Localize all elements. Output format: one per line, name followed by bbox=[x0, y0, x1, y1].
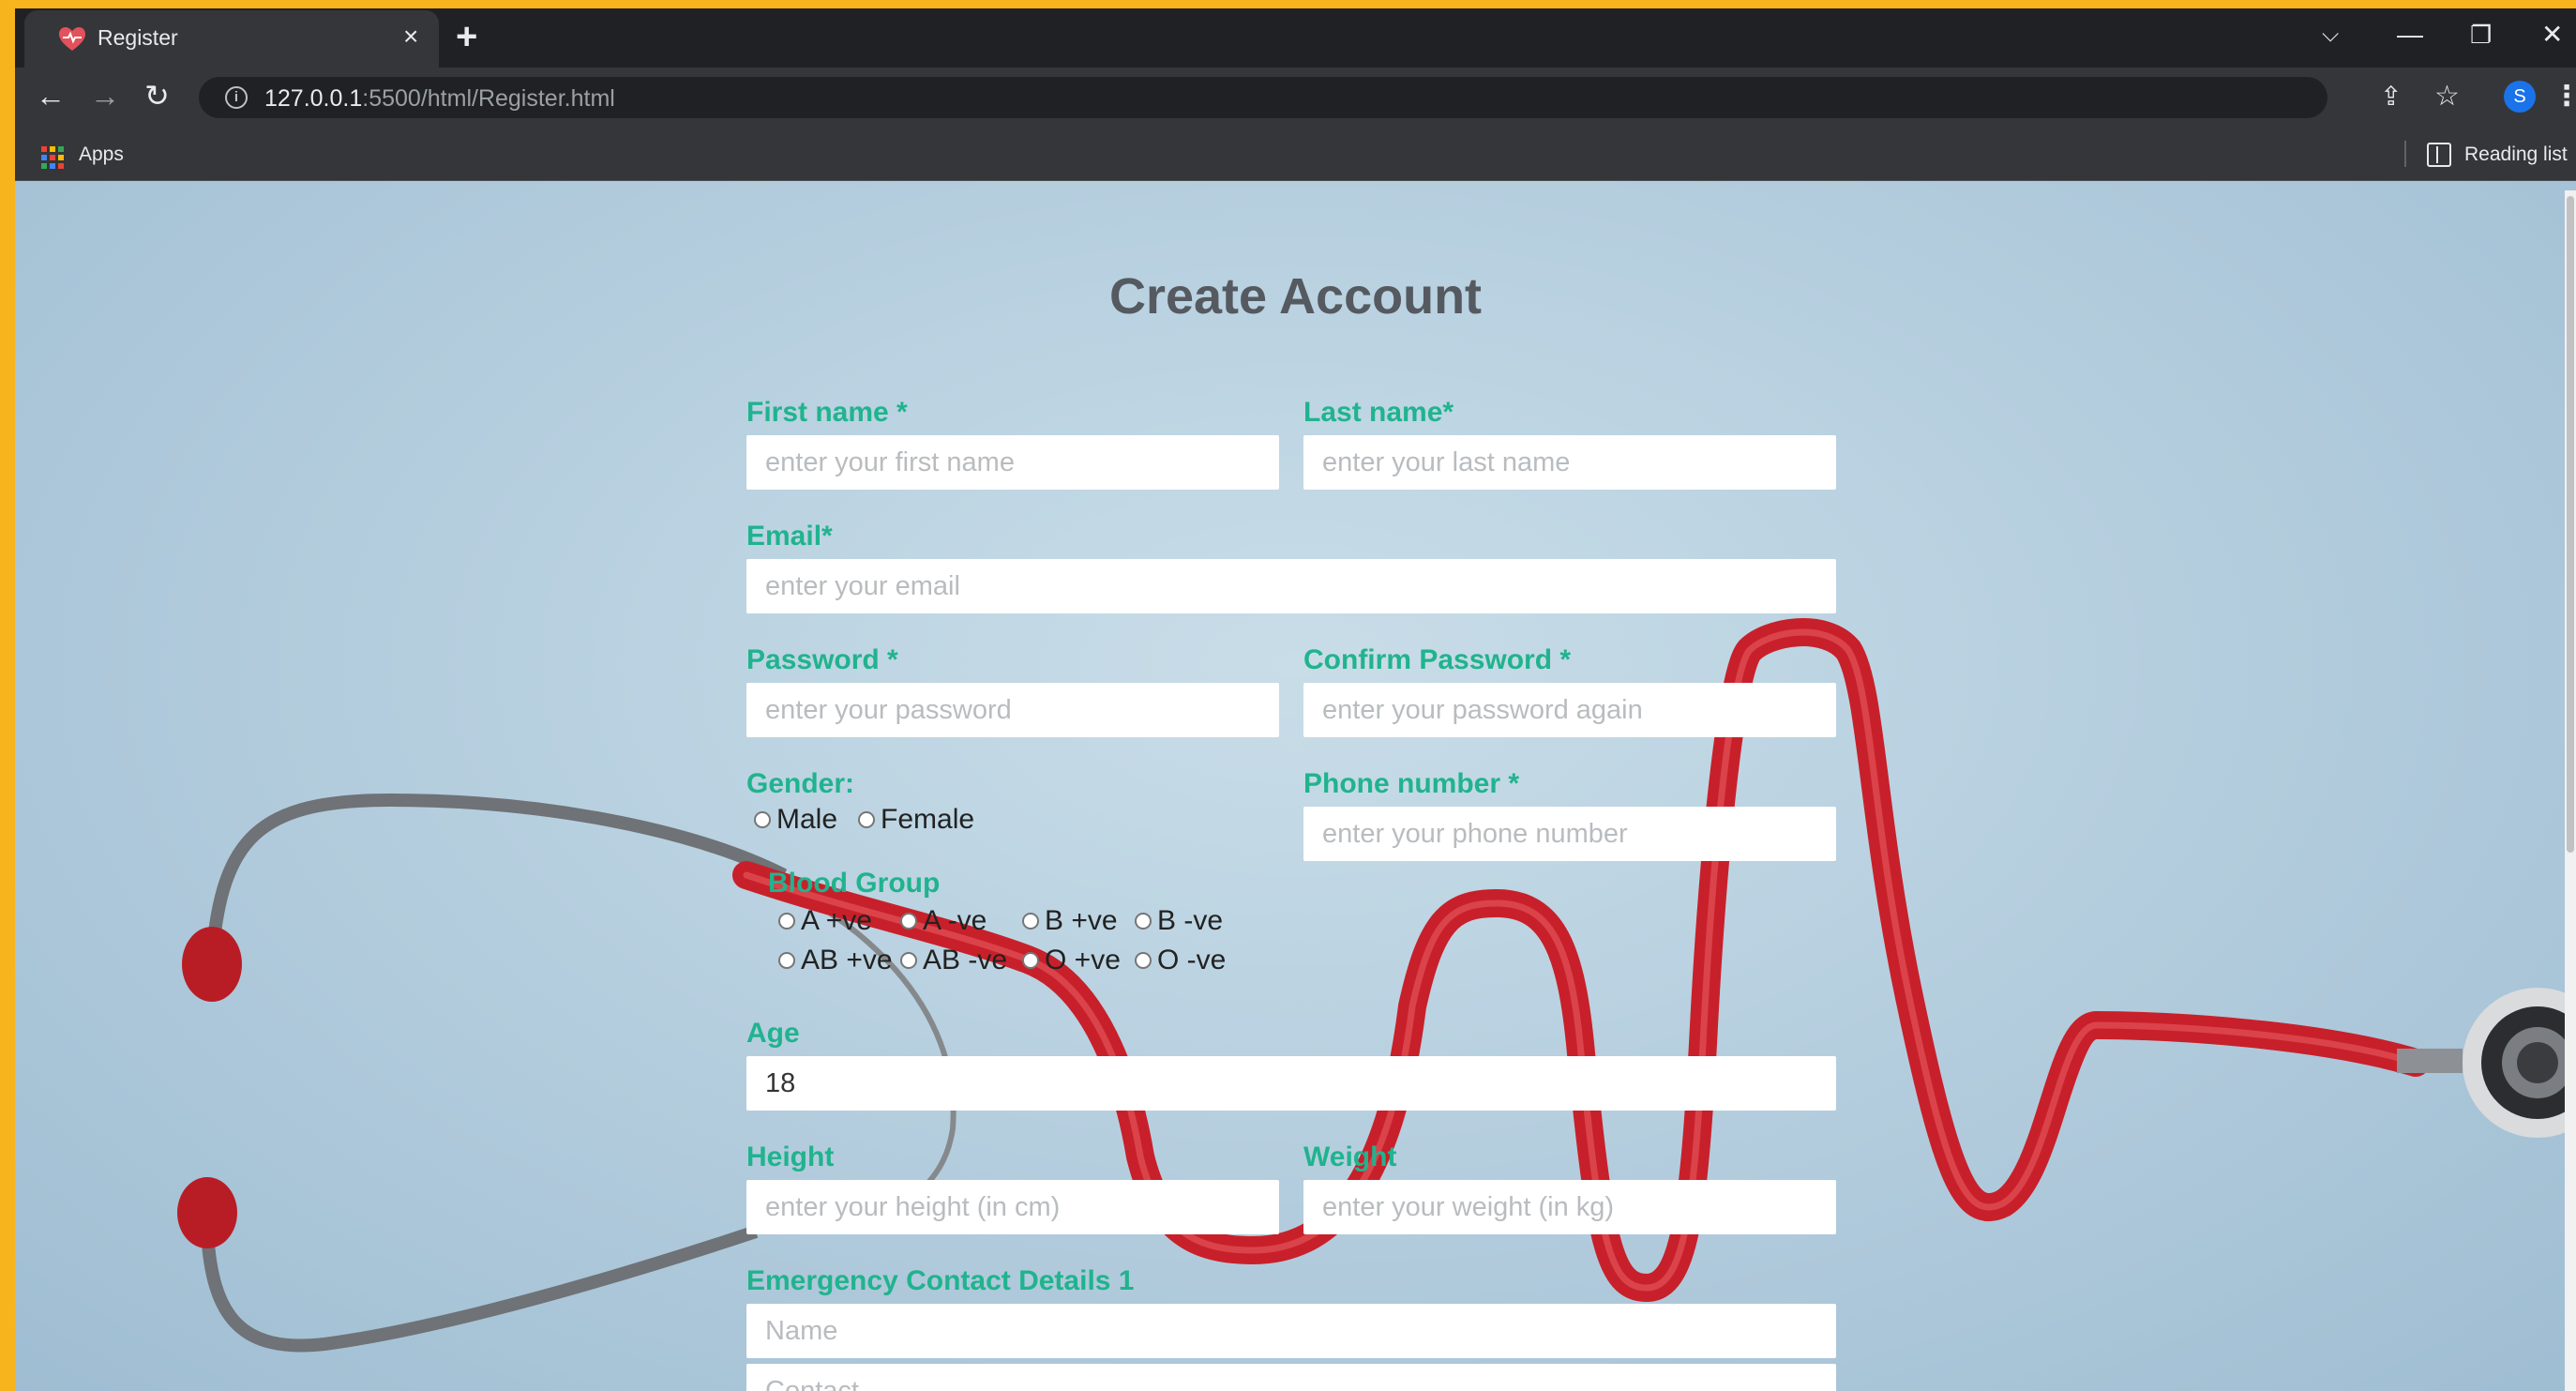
page-viewport: Create Account First name * Last name* E… bbox=[15, 181, 2576, 1391]
blood-option-ab-pos[interactable]: AB +ve bbox=[778, 945, 900, 976]
emergency-contact-input[interactable] bbox=[746, 1364, 1836, 1391]
blood-option-a-pos[interactable]: A +ve bbox=[778, 905, 900, 937]
last-name-label: Last name* bbox=[1303, 397, 1454, 428]
blood-group-label: Blood Group bbox=[768, 868, 941, 899]
blood-option-o-neg[interactable]: O -ve bbox=[1135, 945, 1226, 976]
reload-icon[interactable]: ↻ bbox=[144, 77, 170, 114]
gender-label: Gender: bbox=[746, 768, 855, 799]
first-name-input[interactable] bbox=[746, 435, 1279, 490]
back-icon[interactable]: ← bbox=[36, 77, 66, 114]
radio-circle[interactable] bbox=[754, 811, 771, 828]
first-name-label: First name * bbox=[746, 397, 908, 428]
height-input[interactable] bbox=[746, 1180, 1279, 1234]
email-input[interactable] bbox=[746, 559, 1836, 613]
stethoscope-background-image bbox=[177, 618, 2576, 1353]
confirm-password-input[interactable] bbox=[1303, 683, 1836, 737]
weight-label: Weight bbox=[1303, 1142, 1397, 1172]
blood-group-row-1: A +ve A -ve B +ve B -ve bbox=[778, 905, 1223, 937]
menu-kebab-icon[interactable]: ⋮ bbox=[2553, 79, 2576, 114]
emergency-name-input[interactable] bbox=[746, 1304, 1836, 1358]
blood-option-ab-neg[interactable]: AB -ve bbox=[900, 945, 1022, 976]
radio-circle[interactable] bbox=[858, 811, 876, 828]
page-scrollbar[interactable] bbox=[2565, 190, 2576, 1391]
reading-list-icon[interactable] bbox=[2427, 143, 2451, 167]
password-input[interactable] bbox=[746, 683, 1279, 737]
address-bar[interactable]: i 127.0.0.1:5500/html/Register.html bbox=[199, 77, 2327, 118]
page-title: Create Account bbox=[1108, 268, 1483, 325]
gender-option-male[interactable]: Male bbox=[754, 804, 837, 836]
url-text[interactable]: 127.0.0.1:5500/html/Register.html bbox=[264, 85, 615, 113]
bookmark-star-icon[interactable]: ☆ bbox=[2434, 79, 2460, 114]
tab-search-icon[interactable]: ⌵ bbox=[2322, 16, 2339, 53]
tab-register[interactable]: Register × bbox=[24, 10, 439, 68]
new-tab-button[interactable]: + bbox=[456, 18, 477, 55]
age-label: Age bbox=[746, 1018, 800, 1049]
tab-close-icon[interactable]: × bbox=[403, 22, 418, 52]
site-info-icon[interactable]: i bbox=[225, 86, 248, 109]
phone-label: Phone number * bbox=[1303, 768, 1520, 799]
apps-grid-icon[interactable] bbox=[41, 146, 64, 169]
last-name-input[interactable] bbox=[1303, 435, 1836, 490]
tab-title: Register bbox=[98, 25, 178, 50]
close-window-icon[interactable]: ✕ bbox=[2541, 16, 2563, 53]
share-icon[interactable]: ⇪ bbox=[2380, 79, 2402, 114]
gender-option-female[interactable]: Female bbox=[858, 804, 974, 836]
browser-window: Register × + ⌵ — ❐ ✕ ← → ↻ i 127.0.0.1:5… bbox=[15, 8, 2576, 1391]
age-input[interactable] bbox=[746, 1056, 1836, 1111]
password-label: Password * bbox=[746, 644, 898, 675]
phone-input[interactable] bbox=[1303, 807, 1836, 861]
emergency-contact-label: Emergency Contact Details 1 bbox=[746, 1265, 1135, 1296]
blood-option-b-neg[interactable]: B -ve bbox=[1135, 905, 1223, 937]
bookmarks-bar: Apps Reading list bbox=[15, 126, 2576, 181]
blood-option-o-pos[interactable]: O +ve bbox=[1022, 945, 1135, 976]
blood-option-b-pos[interactable]: B +ve bbox=[1022, 905, 1135, 937]
email-label: Email* bbox=[746, 521, 833, 552]
gender-options: Male Female bbox=[754, 804, 974, 836]
blood-option-a-neg[interactable]: A -ve bbox=[900, 905, 1022, 937]
profile-avatar[interactable]: S bbox=[2504, 81, 2536, 113]
blood-group-row-2: AB +ve AB -ve O +ve O -ve bbox=[778, 945, 1226, 976]
tab-strip: Register × + ⌵ — ❐ ✕ bbox=[15, 8, 2576, 68]
height-label: Height bbox=[746, 1142, 835, 1172]
reading-list-button[interactable]: Reading list bbox=[2464, 144, 2568, 166]
browser-toolbar: ← → ↻ i 127.0.0.1:5500/html/Register.htm… bbox=[15, 68, 2576, 126]
forward-icon[interactable]: → bbox=[90, 77, 120, 114]
bookmarks-divider bbox=[2404, 141, 2406, 167]
apps-bookmark[interactable]: Apps bbox=[79, 144, 124, 166]
restore-icon[interactable]: ❐ bbox=[2470, 16, 2492, 53]
confirm-password-label: Confirm Password * bbox=[1303, 644, 1572, 675]
heart-icon bbox=[59, 27, 85, 51]
weight-input[interactable] bbox=[1303, 1180, 1836, 1234]
minimize-icon[interactable]: — bbox=[2397, 16, 2423, 53]
